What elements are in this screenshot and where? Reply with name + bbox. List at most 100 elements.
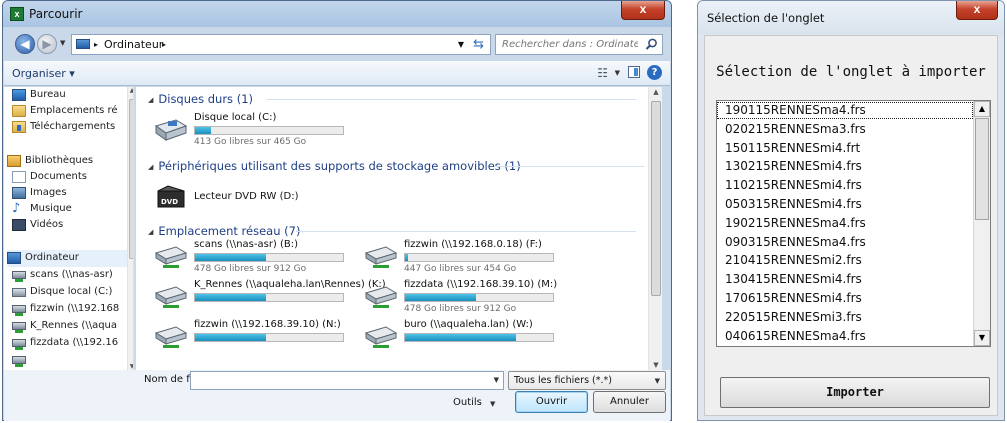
- drive-name: fizzwin (\\192.168.39.10) (N:): [194, 319, 341, 330]
- open-button[interactable]: Ouvrir: [515, 391, 588, 413]
- drive-usage-bar: [404, 293, 554, 302]
- scrollbar-thumb[interactable]: [651, 101, 661, 296]
- sidebar-item-fizzdata[interactable]: fizzdata (\\192.16: [12, 335, 132, 352]
- sidebar-item-fizzwin[interactable]: fizzwin (\\192.168: [12, 301, 132, 318]
- navigation-pane[interactable]: Bureau Emplacements ré Téléchargements B…: [4, 87, 134, 370]
- sidebar-item-label: K_Rennes (\\aqua: [30, 320, 118, 331]
- tools-button[interactable]: Outils: [453, 397, 482, 408]
- organise-button[interactable]: Organiser ▾: [12, 67, 75, 80]
- scroll-down-icon[interactable]: ▼: [128, 363, 133, 370]
- sidebar-item-label: Disque local (C:): [30, 286, 113, 297]
- sidebar-item-partial[interactable]: [12, 352, 132, 369]
- breadcrumb-separator-icon[interactable]: ▸: [94, 40, 98, 49]
- cancel-button[interactable]: Annuler: [593, 391, 666, 413]
- file-type-select[interactable]: Tous les fichiers (*.*) ▼: [508, 371, 666, 390]
- forward-button[interactable]: ▶: [37, 34, 57, 54]
- command-bar: Organiser ▾ ☷ ▼ ?: [4, 61, 670, 86]
- tab-list-item[interactable]: 050315RENNESmi4.frs: [717, 196, 973, 213]
- import-button[interactable]: Importer: [720, 377, 990, 408]
- sidebar-scrollbar[interactable]: ▲ ▼: [127, 87, 133, 370]
- sidebar-item-k-rennes[interactable]: K_Rennes (\\aqua: [12, 318, 132, 335]
- address-bar[interactable]: ▸ Ordinateur ▸ ▼ ⇆: [71, 34, 491, 55]
- drive-tile-network[interactable]: buro (\\aqualeha.lan) (W:): [364, 319, 579, 355]
- search-input[interactable]: [500, 37, 640, 52]
- close-button[interactable]: x: [956, 1, 998, 20]
- sidebar-item-downloads[interactable]: Téléchargements: [12, 119, 132, 136]
- breadcrumb-computer[interactable]: Ordinateur: [104, 38, 163, 51]
- title-bar[interactable]: Sélection de l'onglet x: [698, 1, 1004, 34]
- tab-list-item[interactable]: 210415RENNESmi2.frs: [717, 252, 973, 269]
- breadcrumb-separator-icon[interactable]: ▸: [162, 40, 166, 49]
- title-bar[interactable]: x Parcourir x: [3, 1, 671, 27]
- network-drive-icon: [154, 326, 188, 348]
- collapse-icon[interactable]: ◢: [148, 163, 153, 171]
- tab-listbox[interactable]: 190115RENNESma4.frs 020215RENNESma3.frs 15…: [716, 100, 991, 347]
- sidebar-item-computer[interactable]: Ordinateur: [7, 250, 127, 267]
- back-button[interactable]: ◀: [15, 34, 35, 54]
- tab-list-item[interactable]: 170615RENNESmi4.frs: [717, 290, 973, 307]
- scroll-down-icon[interactable]: ▼: [649, 361, 662, 369]
- drive-usage-fill: [405, 294, 477, 301]
- drive-tile-dvd[interactable]: DVD Lecteur DVD RW (D:): [154, 179, 369, 215]
- sidebar-item-images[interactable]: Images: [12, 185, 132, 202]
- sidebar-item-libraries[interactable]: Bibliothèques: [7, 153, 127, 170]
- sidebar-item-music[interactable]: ♪ Musique: [12, 201, 132, 218]
- chevron-down-icon[interactable]: ▼: [494, 376, 499, 384]
- chevron-down-icon[interactable]: ▼: [655, 377, 660, 385]
- listbox-scrollbar[interactable]: ▲ ▼: [973, 101, 990, 346]
- scrollbar-thumb[interactable]: [975, 118, 989, 220]
- tab-list-item[interactable]: 190215RENNESma4.frs: [717, 215, 973, 232]
- tab-list-item[interactable]: 150115RENNESmi4.frt: [717, 140, 973, 157]
- tab-list-item[interactable]: 130415RENNESmi4.frs: [717, 271, 973, 288]
- collapse-icon[interactable]: ◢: [148, 228, 153, 236]
- group-header-removable[interactable]: ◢ Périphériques utilisant des supports de…: [148, 159, 521, 173]
- sidebar-item-desktop[interactable]: Bureau: [12, 87, 132, 104]
- scroll-down-icon[interactable]: ▼: [974, 330, 990, 346]
- close-button[interactable]: x: [621, 1, 665, 20]
- change-view-icon[interactable]: ☷: [597, 66, 608, 80]
- search-icon[interactable]: [645, 38, 658, 51]
- scroll-up-icon[interactable]: ▲: [128, 87, 133, 94]
- filename-combo[interactable]: ▼: [190, 371, 504, 390]
- drive-tile-local-disk[interactable]: Disque local (C:) 413 Go libres sur 465 …: [154, 112, 369, 148]
- sidebar-item-local-disk[interactable]: Disque local (C:): [12, 284, 132, 301]
- drive-tile-network[interactable]: K_Rennes (\\aqualeha.lan\Rennes) (K:): [154, 279, 386, 315]
- collapse-icon[interactable]: ◢: [148, 96, 153, 104]
- recent-pages-dropdown-icon[interactable]: ▼: [60, 39, 65, 47]
- view-dropdown-icon[interactable]: ▼: [615, 69, 620, 77]
- group-header-network[interactable]: ◢ Emplacement réseau (7): [148, 224, 300, 238]
- drive-usage-bar: [404, 253, 554, 262]
- drive-tile-network[interactable]: fizzwin (\\192.168.0.18) (F:) 447 Go libr…: [364, 239, 579, 275]
- content-scrollbar[interactable]: ▲ ▼: [648, 87, 662, 370]
- sidebar-item-scans[interactable]: scans (\\nas-asr): [12, 267, 132, 284]
- scroll-up-icon[interactable]: ▲: [649, 88, 662, 96]
- search-box[interactable]: [495, 34, 663, 55]
- computer-icon: [7, 252, 21, 264]
- file-type-value: Tous les fichiers (*.*): [514, 375, 612, 386]
- refresh-icon[interactable]: ⇆: [473, 37, 484, 52]
- tools-dropdown-icon[interactable]: ▼: [490, 400, 495, 408]
- drive-name: fizzdata (\\192.168.39.10) (M:): [404, 279, 558, 290]
- network-drive-icon: [364, 326, 398, 348]
- scroll-up-icon[interactable]: ▲: [974, 101, 990, 117]
- address-dropdown-icon[interactable]: ▼: [458, 40, 464, 49]
- sidebar-item-videos[interactable]: Vidéos: [12, 217, 132, 234]
- filename-input[interactable]: [194, 373, 484, 388]
- sidebar-item-recent-places[interactable]: Emplacements ré: [12, 103, 132, 120]
- drive-tile-network[interactable]: fizzdata (\\192.168.39.10) (M:) 478 Go li…: [364, 279, 579, 315]
- drive-tile-network[interactable]: fizzwin (\\192.168.39.10) (N:): [154, 319, 369, 355]
- tab-list-item[interactable]: 220515RENNESmi3.frs: [717, 309, 973, 326]
- tab-list-item[interactable]: 090315RENNESma4.frs: [717, 234, 973, 251]
- drive-tile-network[interactable]: scans (\\nas-asr) (B:) 478 Go libres sur …: [154, 239, 369, 275]
- tab-list-item[interactable]: 190115RENNESma4.frs: [717, 102, 973, 119]
- tab-list-item[interactable]: 020215RENNESma3.frs: [717, 121, 973, 138]
- tab-list-item[interactable]: 040615RENNESma4.frs: [717, 328, 973, 345]
- help-icon[interactable]: ?: [647, 65, 662, 80]
- tab-list-item[interactable]: 110215RENNESmi4.frs: [717, 177, 973, 194]
- preview-pane-icon[interactable]: [628, 66, 640, 78]
- tab-list-item[interactable]: 130215RENNESmi4.frs: [717, 158, 973, 175]
- scrollbar-thumb[interactable]: [129, 99, 133, 259]
- file-list-pane[interactable]: ◢ Disques durs (1) Disque local (C:) 413 …: [136, 87, 662, 370]
- group-header-hard-disks[interactable]: ◢ Disques durs (1): [148, 92, 253, 106]
- sidebar-item-documents[interactable]: Documents: [12, 169, 132, 186]
